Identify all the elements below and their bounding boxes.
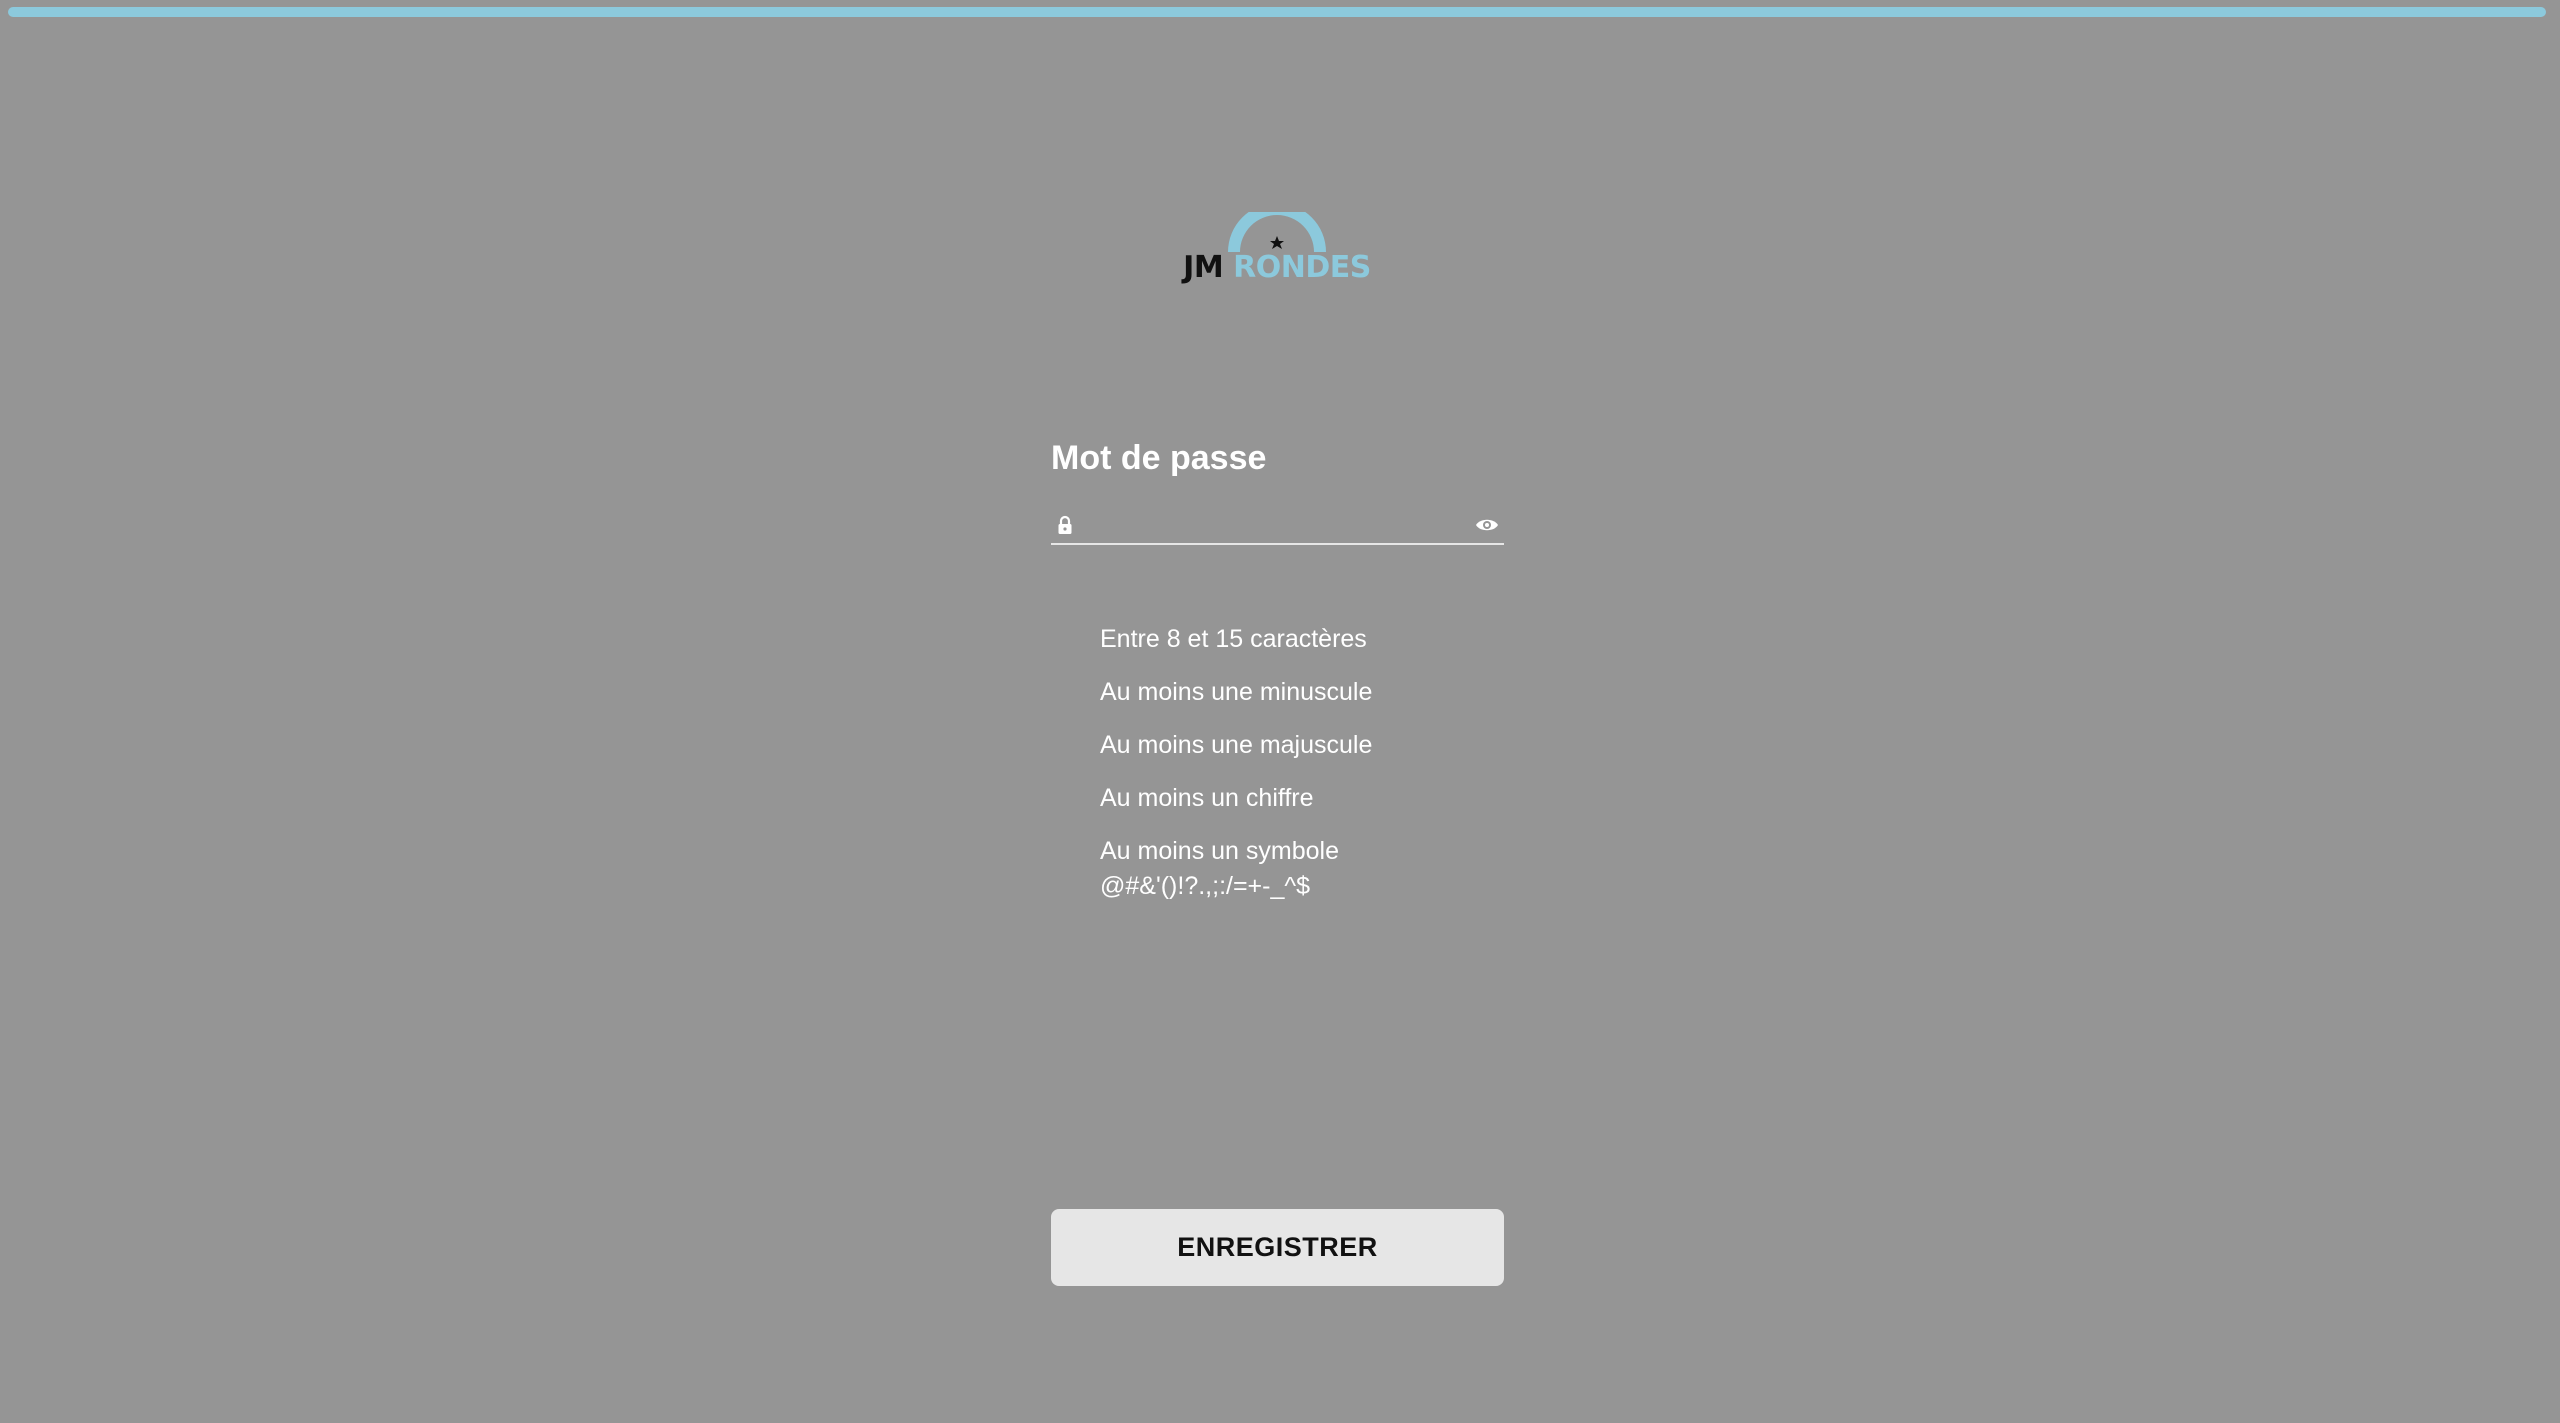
rule-length: Entre 8 et 15 caractères [1100, 625, 1367, 653]
lock-icon [1058, 515, 1072, 534]
rule-symbol-chars: @#&'()!?.,;:/=+-_^$ [1100, 872, 1311, 900]
eye-icon[interactable] [1475, 515, 1499, 535]
rainbow-logo-icon [1228, 212, 1326, 252]
logo-rondes: RONDES [1233, 250, 1371, 285]
password-label: Mot de passe [1051, 439, 1267, 477]
rule-symbol-label: Au moins un symbole [1100, 837, 1340, 865]
password-input[interactable] [1087, 509, 1461, 541]
logo-jm: JM [1183, 250, 1224, 285]
rule-lowercase: Au moins une minuscule [1100, 678, 1373, 706]
app-logo: JM RONDES [1182, 212, 1372, 288]
rule-uppercase: Au moins une majuscule [1100, 731, 1373, 759]
rule-symbol: Au moins un symbole @#&'()!?.,;:/=+-_^$ [1100, 834, 1372, 904]
password-rules-list: Entre 8 et 15 caractères Au moins une mi… [1100, 622, 1372, 922]
password-field [1051, 507, 1504, 545]
logo-wordmark: JM RONDES [1182, 250, 1372, 285]
progress-bar [8, 7, 2546, 17]
save-button[interactable]: ENREGISTRER [1051, 1209, 1504, 1286]
star-icon [1270, 236, 1284, 249]
rule-digit: Au moins un chiffre [1100, 784, 1314, 812]
